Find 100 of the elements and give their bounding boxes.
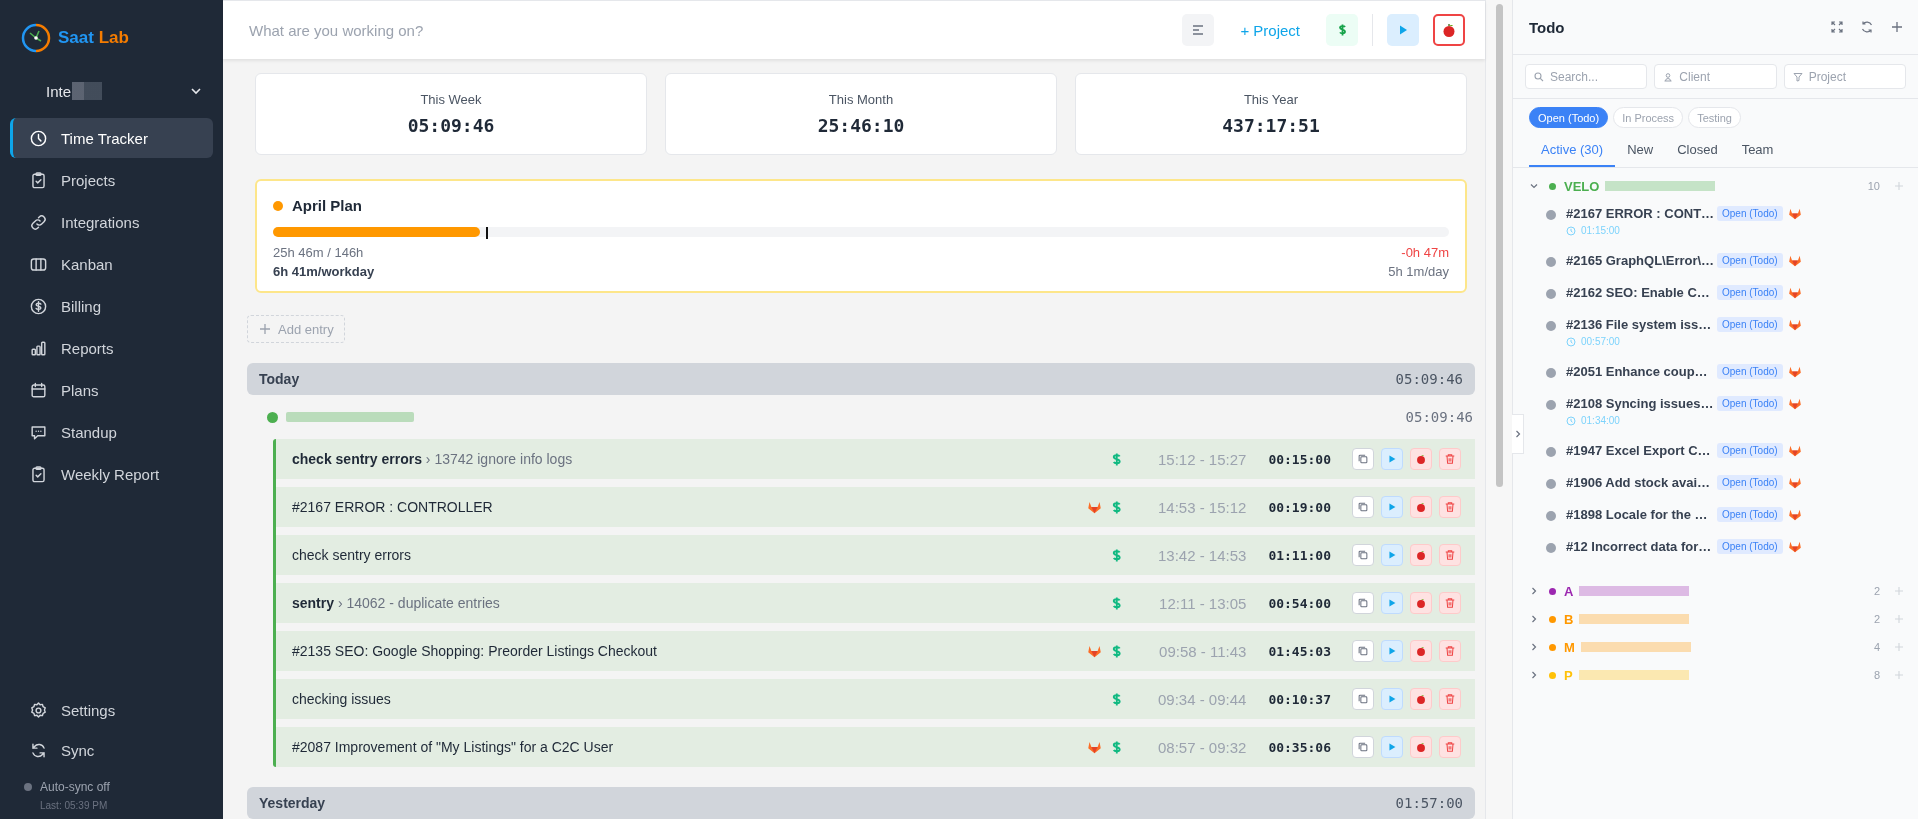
chevron-down-icon[interactable] (1529, 181, 1539, 191)
todo-title[interactable]: #12 Incorrect data for… (1566, 539, 1712, 554)
play-button[interactable] (1381, 688, 1403, 710)
clock-icon (1566, 336, 1576, 347)
pomodoro-button[interactable] (1433, 14, 1465, 46)
entry-duration: 00:54:00 (1268, 595, 1331, 611)
dollar-icon[interactable] (1111, 643, 1123, 659)
entry-duration: 01:11:00 (1268, 547, 1331, 563)
copy-button[interactable] (1352, 736, 1374, 758)
add-icon[interactable] (1894, 642, 1904, 652)
play-button[interactable] (1381, 448, 1403, 470)
dollar-icon[interactable] (1111, 451, 1123, 467)
add-button[interactable] (1890, 20, 1904, 34)
time-entry[interactable]: checking issues 09:34 - 09:44 00:10:37 (276, 679, 1475, 719)
delete-button[interactable] (1439, 736, 1461, 758)
dollar-icon[interactable] (1111, 499, 1123, 515)
expand-button[interactable] (1830, 20, 1844, 34)
delete-button[interactable] (1439, 592, 1461, 614)
nav-item[interactable]: Kanban (10, 244, 213, 284)
delete-button[interactable] (1439, 496, 1461, 518)
panel-title: Todo (1529, 18, 1565, 36)
add-icon[interactable] (1894, 586, 1904, 596)
fox-icon (1787, 397, 1802, 410)
tab[interactable]: Team (1729, 134, 1786, 167)
tab[interactable]: Active (30) (1529, 134, 1616, 167)
copy-button[interactable] (1352, 544, 1374, 566)
nav-item[interactable]: Reports (10, 328, 213, 368)
nav-item[interactable]: Weekly Report (10, 454, 213, 494)
status-dot (1546, 321, 1556, 331)
todo-title[interactable]: #2165 GraphQL\Error\… (1566, 253, 1712, 268)
chevron-right-icon[interactable] (1529, 614, 1539, 624)
todo-title[interactable]: #2051 Enhance coup… (1566, 364, 1712, 379)
play-icon (1386, 693, 1398, 705)
chevron-right-icon[interactable] (1529, 670, 1539, 680)
copy-button[interactable] (1352, 496, 1374, 518)
delete-button[interactable] (1439, 544, 1461, 566)
time-entry[interactable]: #2167 ERROR : CONTROLLER 14:53 - 15:12 00:19:00 (276, 487, 1475, 527)
status-dot (1546, 400, 1556, 410)
delete-button[interactable] (1439, 640, 1461, 662)
dollar-icon[interactable] (1111, 739, 1123, 755)
client-field[interactable]: Client (1654, 64, 1777, 89)
nav-item[interactable]: Sync (10, 730, 213, 770)
dollar-icon[interactable] (1111, 595, 1123, 611)
tab[interactable]: Closed (1665, 134, 1730, 167)
play-button[interactable] (1381, 496, 1403, 518)
nav-item[interactable]: Plans (10, 370, 213, 410)
play-button[interactable] (1381, 592, 1403, 614)
status-chip[interactable]: Open (Todo) (1529, 107, 1609, 128)
clock-icon (29, 128, 48, 148)
scrollbar[interactable] (1495, 4, 1503, 487)
copy-button[interactable] (1352, 592, 1374, 614)
search-field[interactable]: Search... (1525, 64, 1648, 89)
stat-label: This Week (420, 92, 482, 107)
refresh-button[interactable] (1860, 20, 1874, 34)
tab[interactable]: New (1615, 134, 1666, 167)
description-button[interactable] (1182, 14, 1215, 46)
nav-item[interactable]: Projects (10, 160, 213, 200)
time-entry[interactable]: #2135 SEO: Google Shopping: Preorder Listings Checkout 09:58 - 11:43 01:45:03 (276, 631, 1475, 671)
todo-title[interactable]: #2136 File system iss… (1566, 317, 1712, 332)
dollar-icon[interactable] (1111, 691, 1123, 707)
chevron-right-icon[interactable] (1529, 586, 1539, 596)
todo-title[interactable]: #1947 Excel Export C… (1566, 443, 1712, 458)
time-entry[interactable]: #2087 Improvement of "My Listings" for a C2C User 08:57 - 09:32 00:35:06 (276, 727, 1475, 767)
nav-item[interactable]: Integrations (10, 202, 213, 242)
add-icon[interactable] (1894, 670, 1904, 680)
time-entry[interactable]: sentry › 14062 - duplicate entries 12:11 - 13:05 00:54:00 (276, 583, 1475, 623)
play-button[interactable] (1381, 640, 1403, 662)
nav-item[interactable]: Time Tracker (10, 118, 213, 158)
time-entry[interactable]: check sentry errors › 13742 ignore info logs 15:12 - 15:27 00:15:00 (276, 439, 1475, 479)
delete-button[interactable] (1439, 688, 1461, 710)
nav-item[interactable]: Settings (10, 690, 213, 730)
chevron-right-icon[interactable] (1529, 642, 1539, 652)
group-count: 10 (1867, 180, 1880, 192)
copy-button[interactable] (1352, 688, 1374, 710)
todo-title[interactable]: #2108 Syncing issues… (1566, 396, 1712, 411)
nav-item[interactable]: Billing (10, 286, 213, 326)
todo-title[interactable]: #1906 Add stock avai… (1566, 475, 1712, 490)
copy-button[interactable] (1352, 448, 1374, 470)
clipboard-icon (29, 170, 48, 190)
workspace-dropdown[interactable]: Inte (46, 80, 216, 102)
play-button[interactable] (1381, 544, 1403, 566)
copy-button[interactable] (1352, 640, 1374, 662)
group-name: M (1564, 639, 1575, 655)
copy-icon (1357, 549, 1369, 561)
link-icon (29, 212, 48, 232)
todo-title[interactable]: #1898 Locale for the … (1566, 507, 1712, 522)
time-entry[interactable]: check sentry errors 13:42 - 14:53 01:11:00 (276, 535, 1475, 575)
add-icon[interactable] (1894, 614, 1904, 624)
billable-button[interactable] (1326, 14, 1358, 46)
start-button[interactable] (1387, 14, 1419, 46)
play-button[interactable] (1381, 736, 1403, 758)
project-field[interactable]: Project (1783, 64, 1906, 89)
nav-item[interactable]: Standup (10, 412, 213, 452)
dollar-icon[interactable] (1111, 547, 1123, 563)
todo-title[interactable]: #2162 SEO: Enable C… (1566, 285, 1712, 300)
collapse-handle[interactable] (1512, 414, 1524, 454)
delete-button[interactable] (1439, 448, 1461, 470)
group-count: 2 (1873, 585, 1880, 597)
todo-title[interactable]: #2167 ERROR : CONT… (1566, 206, 1712, 221)
add-icon[interactable] (1894, 181, 1904, 191)
